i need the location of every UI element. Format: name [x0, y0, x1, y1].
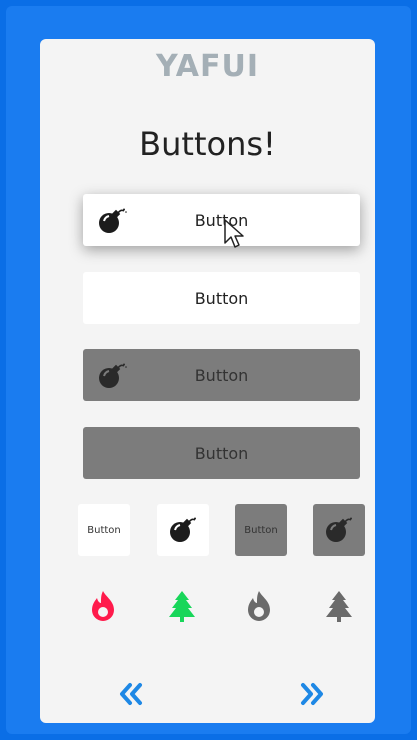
bomb-icon: [326, 517, 352, 542]
small-button-white[interactable]: Button: [78, 504, 130, 556]
button-label: Button: [87, 524, 121, 536]
small-icon-button-white[interactable]: [157, 504, 209, 556]
button-white-raised-with-icon[interactable]: Button: [83, 194, 360, 246]
bomb-icon: [99, 363, 127, 388]
page-title: Buttons!: [139, 125, 276, 163]
tree-icon[interactable]: [324, 589, 354, 623]
flame-icon[interactable]: [244, 589, 274, 623]
double-chevron-right-icon[interactable]: [297, 679, 327, 709]
flame-icon[interactable]: [88, 589, 118, 623]
double-chevron-left-icon[interactable]: [116, 679, 146, 709]
button-white[interactable]: Button: [83, 272, 360, 324]
small-button-grey[interactable]: Button: [235, 504, 287, 556]
app-logo: YAFUI: [155, 49, 260, 84]
bomb-icon: [99, 208, 127, 233]
tree-icon[interactable]: [167, 589, 197, 623]
button-label: Button: [194, 288, 249, 308]
app-frame: YAFUI Buttons! Button Button Button Butt…: [6, 6, 411, 734]
small-icon-button-grey[interactable]: [313, 504, 365, 556]
button-grey-with-icon[interactable]: Button: [83, 349, 360, 401]
button-grey[interactable]: Button: [83, 427, 360, 479]
button-label: Button: [244, 524, 278, 536]
button-label: Button: [194, 365, 249, 385]
bomb-icon: [170, 517, 196, 542]
button-label: Button: [194, 443, 249, 463]
screen-card: YAFUI Buttons! Button Button Button Butt…: [40, 39, 375, 723]
mouse-cursor-icon: [224, 219, 244, 248]
